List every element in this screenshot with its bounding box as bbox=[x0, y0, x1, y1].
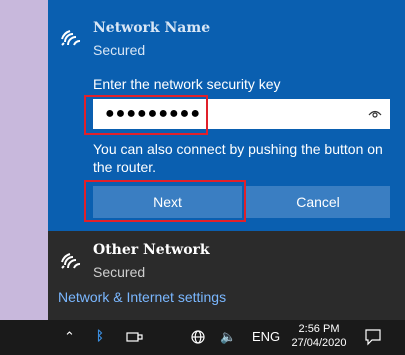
network-settings-link[interactable]: Network & Internet settings bbox=[58, 289, 226, 305]
clock-time: 2:56 PM bbox=[298, 323, 340, 335]
security-key-label: Enter the network security key bbox=[93, 76, 281, 92]
device-icon[interactable] bbox=[126, 330, 144, 344]
bluetooth-icon[interactable]: ᛒ bbox=[96, 328, 104, 343]
clock-date: 27/04/2020 bbox=[291, 337, 347, 349]
highlight-security-key bbox=[84, 95, 208, 135]
chevron-up-icon[interactable]: ⌃ bbox=[64, 329, 75, 345]
wps-help-text: You can also connect by pushing the butt… bbox=[93, 141, 383, 175]
notifications-icon[interactable] bbox=[364, 328, 382, 346]
network-name: Network Name bbox=[93, 20, 211, 36]
other-network-name[interactable]: Other Network bbox=[93, 242, 210, 258]
wifi-icon bbox=[61, 30, 81, 46]
highlight-next-button bbox=[84, 180, 246, 222]
reveal-password-icon[interactable] bbox=[368, 109, 382, 119]
clock[interactable]: 2:56 PM 27/04/2020 bbox=[286, 322, 352, 350]
cancel-button-label: Cancel bbox=[296, 194, 340, 210]
other-network-status: Secured bbox=[93, 264, 146, 280]
cancel-button[interactable]: Cancel bbox=[246, 186, 390, 218]
language-indicator[interactable]: ENG bbox=[252, 329, 280, 344]
volume-icon[interactable]: 🔈 bbox=[220, 329, 236, 345]
wifi-icon bbox=[61, 253, 81, 269]
desktop-background-strip bbox=[0, 0, 48, 320]
network-status: Secured bbox=[93, 42, 146, 58]
globe-network-icon[interactable] bbox=[190, 329, 206, 345]
taskbar: ⌃ ᛒ 🔈 ENG 2:56 PM 27/04/2020 bbox=[0, 320, 405, 355]
